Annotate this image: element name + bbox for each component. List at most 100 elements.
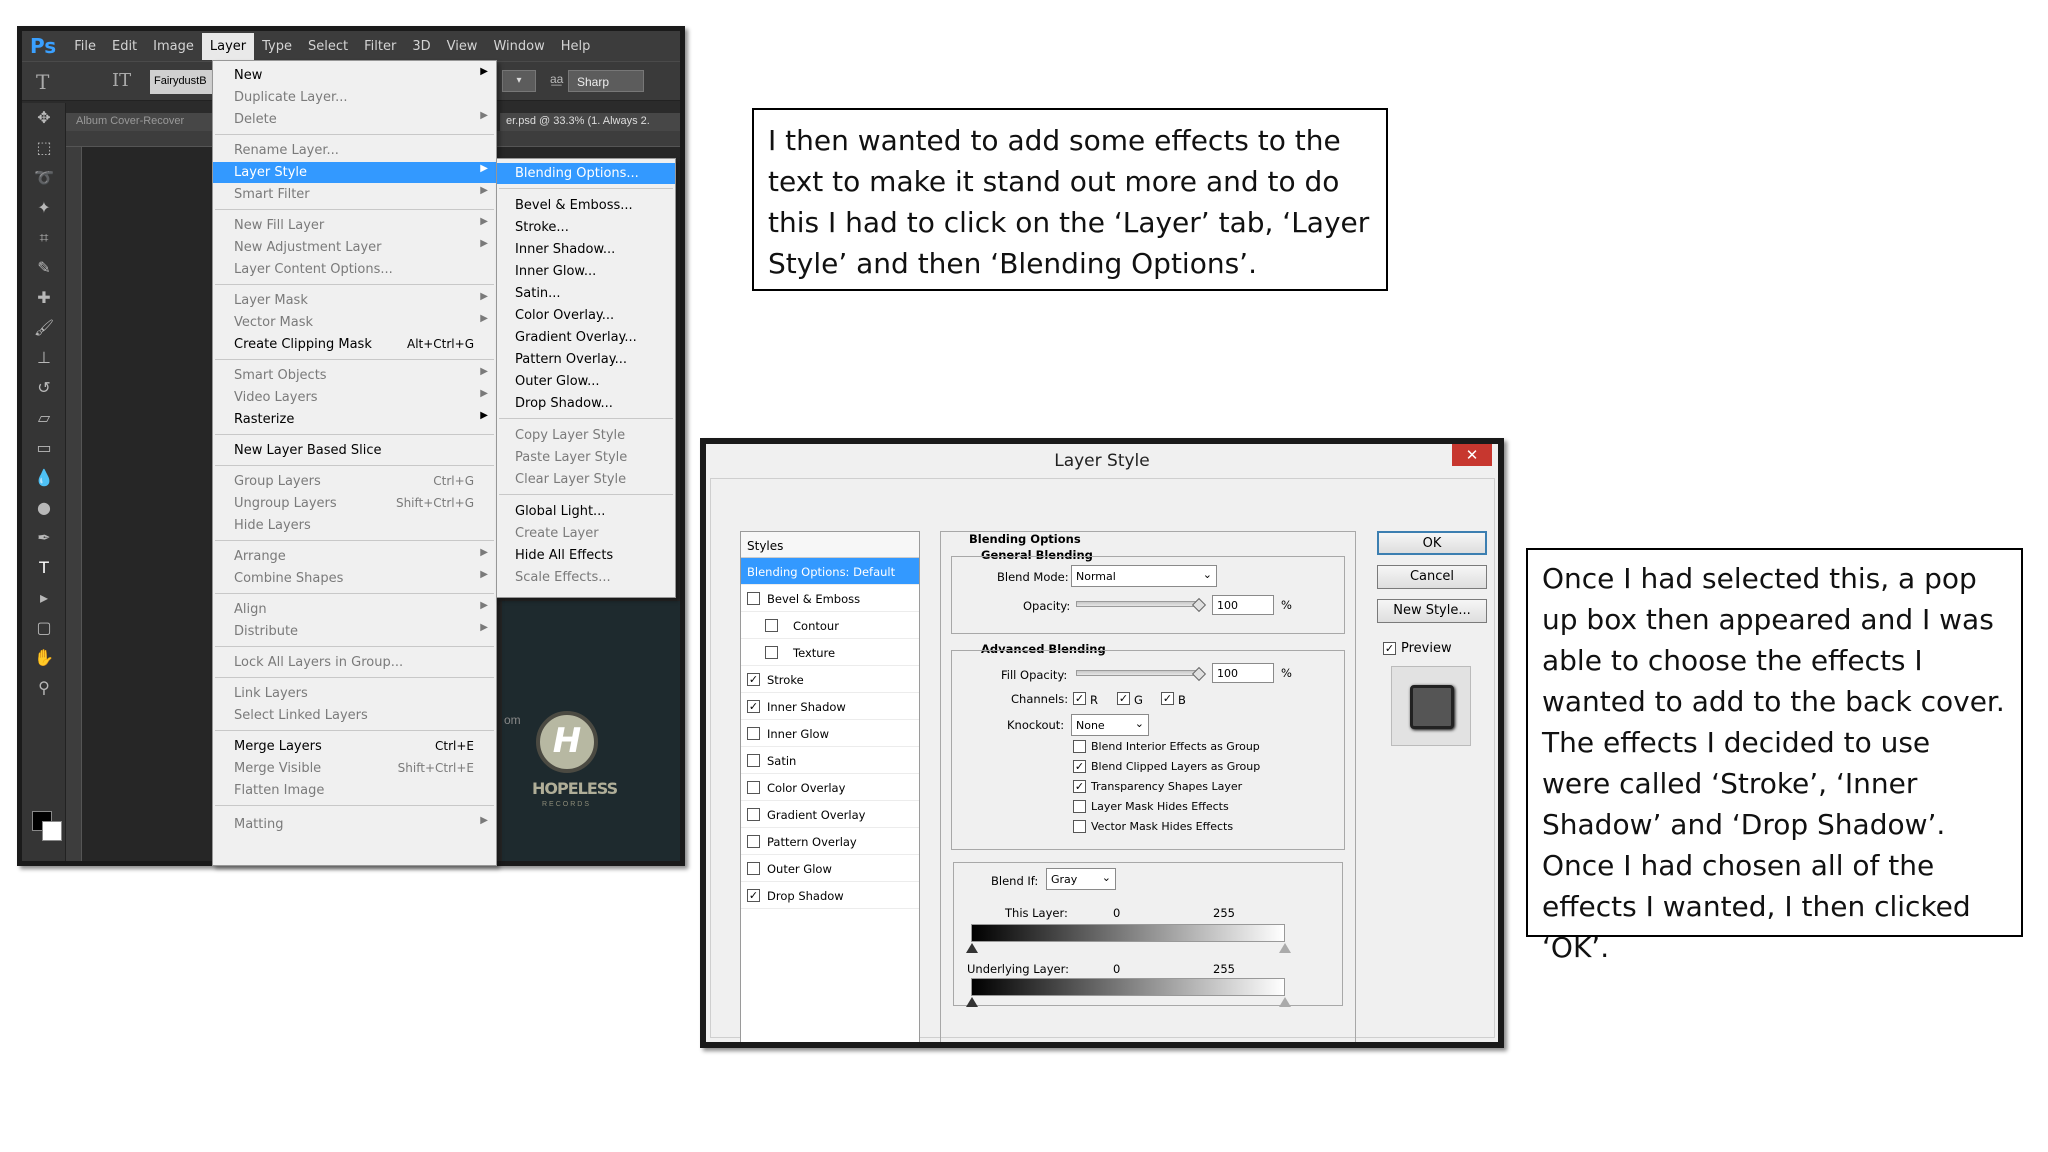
style-row-outer-glow[interactable]: Outer Glow [741,855,919,882]
transparency-shapes-checkbox[interactable]: ✓ [1073,780,1086,793]
brush-tool-icon[interactable]: 🖌 [22,313,66,343]
history-brush-icon[interactable]: ↺ [22,373,66,403]
channel-b-checkbox[interactable]: ✓ [1161,692,1174,705]
vector-mask-hides-checkbox[interactable] [1073,820,1086,833]
menu-item-global-light[interactable]: Global Light... [497,501,675,522]
menu-item-group-layers[interactable]: Group Layers Ctrl+G [213,471,496,492]
menu-item-vector-mask[interactable]: Vector Mask ▶ [213,312,496,333]
cancel-button[interactable]: Cancel [1377,565,1487,589]
menu-item-align[interactable]: Align ▶ [213,599,496,620]
fill-opacity-slider[interactable] [1076,670,1200,676]
menu-item-delete[interactable]: Delete ▶ [213,109,496,130]
menu-item-stroke[interactable]: Stroke... [497,217,675,238]
menu-item-duplicate-layer[interactable]: Duplicate Layer... [213,87,496,108]
checkbox[interactable] [747,592,760,605]
lasso-tool-icon[interactable]: ➰ [22,163,66,193]
menu-item-outer-glow[interactable]: Outer Glow... [497,371,675,392]
menu-item-create-clipping-mask[interactable]: Create Clipping Mask Alt+Ctrl+G [213,334,496,355]
style-row-blending-options[interactable]: Blending Options: Default [741,558,919,585]
menu-item-new[interactable]: New ▶ [213,65,496,86]
menu-item-new-fill-layer[interactable]: New Fill Layer ▶ [213,215,496,236]
menu-item-new-adjustment-layer[interactable]: New Adjustment Layer ▶ [213,237,496,258]
style-row-inner-glow[interactable]: Inner Glow [741,720,919,747]
checkbox[interactable] [747,781,760,794]
crop-tool-icon[interactable]: ⌗ [22,223,66,253]
checkbox-checked[interactable]: ✓ [747,673,760,686]
blur-tool-icon[interactable]: 💧 [22,463,66,493]
menu-item-select-linked-layers[interactable]: Select Linked Layers [213,705,496,726]
underlying-black-slider[interactable] [966,997,978,1007]
channel-g-checkbox[interactable]: ✓ [1117,692,1130,705]
checkbox-checked[interactable]: ✓ [747,889,760,902]
menu-type[interactable]: Type [254,33,300,60]
close-icon[interactable]: ✕ [1452,444,1492,466]
this-layer-black-slider[interactable] [966,943,978,953]
menu-item-color-overlay[interactable]: Color Overlay... [497,305,675,326]
style-row-color-overlay[interactable]: Color Overlay [741,774,919,801]
menu-item-new-layer-based-slice[interactable]: New Layer Based Slice [213,440,496,461]
menu-item-inner-shadow[interactable]: Inner Shadow... [497,239,675,260]
menu-item-create-layer[interactable]: Create Layer [497,523,675,544]
checkbox[interactable] [747,808,760,821]
menu-help[interactable]: Help [553,33,599,60]
antialias-select[interactable]: Sharp [568,70,644,92]
healing-brush-icon[interactable]: ✚ [22,283,66,313]
underlying-white-slider[interactable] [1279,997,1291,1007]
zoom-tool-icon[interactable]: ⚲ [22,673,66,703]
knockout-select[interactable]: None ⌄ [1071,714,1149,736]
document-tab-title[interactable]: er.psd @ 33.3% (1. Always 2. [500,113,680,131]
style-row-drop-shadow[interactable]: ✓ Drop Shadow [741,882,919,909]
gradient-tool-icon[interactable]: ▭ [22,433,66,463]
ok-button[interactable]: OK [1377,531,1487,555]
menu-item-inner-glow[interactable]: Inner Glow... [497,261,675,282]
eraser-tool-icon[interactable]: ▱ [22,403,66,433]
menu-item-merge-visible[interactable]: Merge Visible Shift+Ctrl+E [213,758,496,779]
menu-item-rename-layer[interactable]: Rename Layer... [213,140,496,161]
hand-tool-icon[interactable]: ✋ [22,643,66,673]
menu-item-blending-options[interactable]: Blending Options... [497,163,675,184]
stamp-tool-icon[interactable]: ⊥ [22,343,66,373]
channel-r-checkbox[interactable]: ✓ [1073,692,1086,705]
menu-item-flatten-image[interactable]: Flatten Image [213,780,496,801]
menu-item-paste-layer-style[interactable]: Paste Layer Style [497,447,675,468]
checkbox-checked[interactable]: ✓ [747,700,760,713]
menu-item-link-layers[interactable]: Link Layers [213,683,496,704]
menu-item-smart-filter[interactable]: Smart Filter ▶ [213,184,496,205]
path-select-icon[interactable]: ▸ [22,583,66,613]
menu-item-layer-style[interactable]: Layer Style ▶ [213,162,496,183]
menu-item-copy-layer-style[interactable]: Copy Layer Style [497,425,675,446]
text-orientation-icon[interactable]: IT [112,70,131,91]
menu-filter[interactable]: Filter [356,33,404,60]
document-tab[interactable]: Album Cover-Recover [66,113,226,131]
menu-item-merge-layers[interactable]: Merge Layers Ctrl+E [213,736,496,757]
shape-tool-icon[interactable]: ▢ [22,613,66,643]
menu-item-rasterize[interactable]: Rasterize ▶ [213,409,496,430]
checkbox[interactable] [765,646,778,659]
style-row-contour[interactable]: Contour [741,612,919,639]
menu-select[interactable]: Select [300,33,356,60]
menu-item-bevel-emboss[interactable]: Bevel & Emboss... [497,195,675,216]
menu-item-hide-layers[interactable]: Hide Layers [213,515,496,536]
menu-image[interactable]: Image [145,33,202,60]
menu-item-satin[interactable]: Satin... [497,283,675,304]
menu-item-lock-all-layers[interactable]: Lock All Layers in Group... [213,652,496,673]
font-size-dropdown[interactable]: ▾ [502,70,536,92]
menu-item-pattern-overlay[interactable]: Pattern Overlay... [497,349,675,370]
menu-item-combine-shapes[interactable]: Combine Shapes ▶ [213,568,496,589]
menu-item-gradient-overlay[interactable]: Gradient Overlay... [497,327,675,348]
style-row-inner-shadow[interactable]: ✓ Inner Shadow [741,693,919,720]
move-tool-icon[interactable]: ✥ [22,103,66,133]
style-row-satin[interactable]: Satin [741,747,919,774]
eyedropper-icon[interactable]: ✎ [22,253,66,283]
menu-item-clear-layer-style[interactable]: Clear Layer Style [497,469,675,490]
menu-file[interactable]: File [66,33,104,60]
opacity-input[interactable]: 100 [1212,595,1274,615]
menu-item-arrange[interactable]: Arrange ▶ [213,546,496,567]
checkbox[interactable] [747,835,760,848]
background-color-swatch[interactable] [42,821,62,841]
menu-edit[interactable]: Edit [104,33,145,60]
menu-item-drop-shadow[interactable]: Drop Shadow... [497,393,675,414]
menu-item-video-layers[interactable]: Video Layers ▶ [213,387,496,408]
checkbox[interactable] [747,754,760,767]
dodge-tool-icon[interactable]: ● [22,493,66,523]
